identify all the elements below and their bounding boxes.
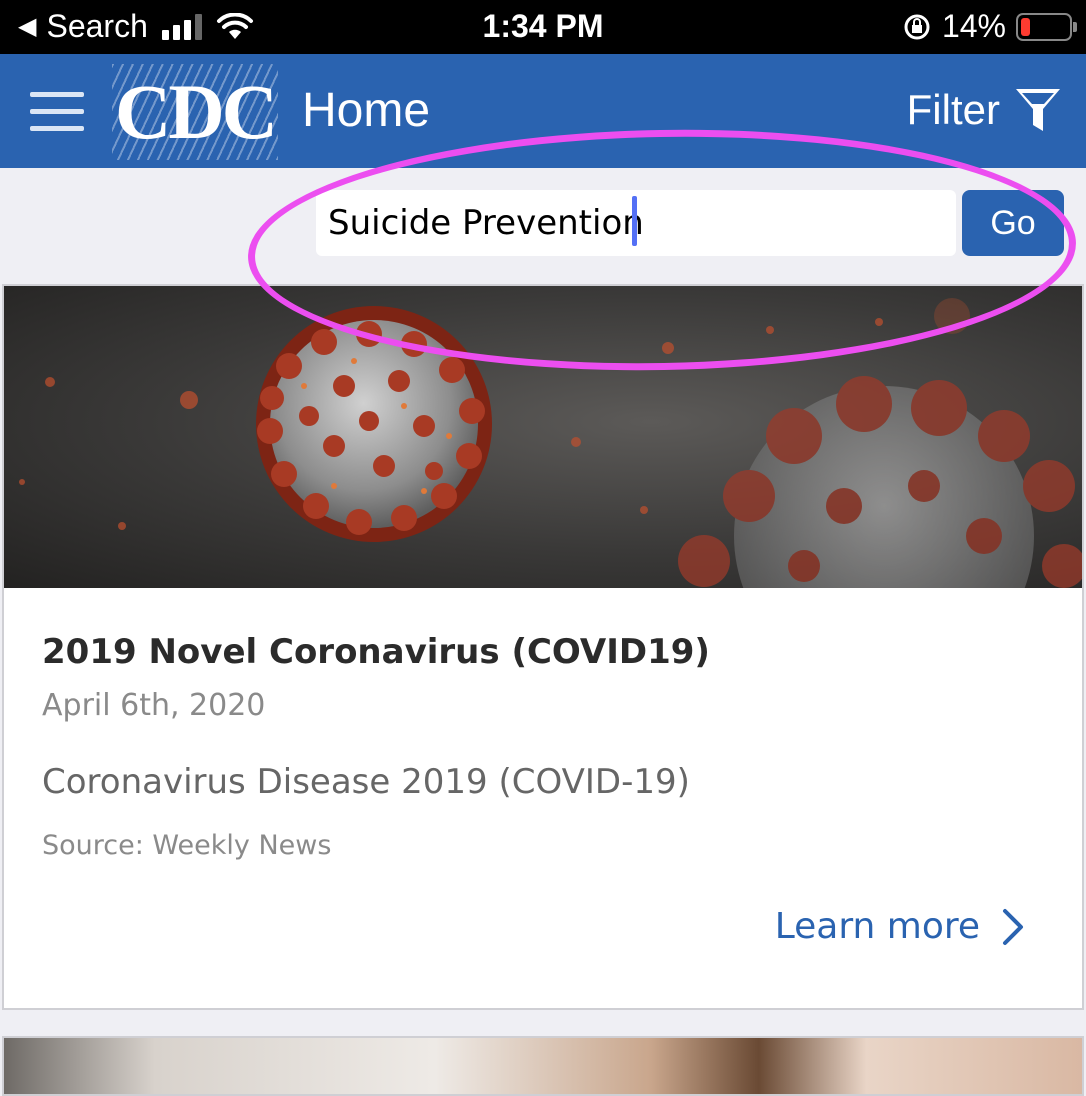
- learn-more-label: Learn more: [774, 906, 980, 947]
- news-card[interactable]: 2019 Novel Coronavirus (COVID19) April 6…: [2, 284, 1084, 1010]
- chevron-right-icon: [1003, 908, 1023, 945]
- coronavirus-image: [4, 286, 1082, 588]
- menu-icon[interactable]: [30, 92, 84, 132]
- card-title: 2019 Novel Coronavirus (COVID19): [42, 632, 710, 672]
- status-right: 14%: [902, 8, 1077, 45]
- learn-more-link[interactable]: Learn more: [775, 906, 1024, 947]
- app-header: CDC Home Filter: [0, 54, 1086, 168]
- status-bar: ◀ Search 1:34 PM 14%: [0, 0, 1086, 54]
- go-button[interactable]: Go: [962, 190, 1064, 256]
- filter-button[interactable]: Filter: [907, 78, 1062, 142]
- filter-label: Filter: [906, 86, 1000, 133]
- battery-fill: [1021, 17, 1030, 36]
- logo-text: CDC: [115, 68, 278, 155]
- text-cursor: [632, 196, 637, 246]
- card-description: Coronavirus Disease 2019 (COVID-19): [42, 762, 690, 802]
- page-title: Home: [302, 84, 431, 137]
- orientation-lock-icon: [904, 14, 930, 39]
- virus-illustration: [19, 298, 1082, 588]
- battery-percent: 14%: [941, 8, 1006, 44]
- card-body: 2019 Novel Coronavirus (COVID19) April 6…: [42, 630, 1044, 864]
- cdc-logo[interactable]: CDC: [112, 64, 278, 160]
- card-date: April 6th, 2020: [42, 688, 266, 723]
- next-news-card[interactable]: [2, 1036, 1084, 1096]
- card-source: Source: Weekly News: [42, 830, 332, 861]
- filter-funnel-icon: [1016, 89, 1060, 131]
- battery-icon: [1016, 12, 1077, 41]
